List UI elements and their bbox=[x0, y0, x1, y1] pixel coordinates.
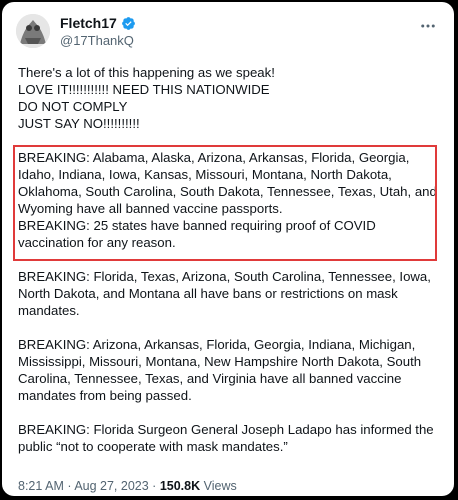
tweet-text: There's a lot of this happening as we sp… bbox=[18, 64, 442, 455]
tweet-date[interactable]: Aug 27, 2023 bbox=[74, 479, 148, 493]
verified-badge-icon bbox=[121, 16, 136, 31]
more-horizontal-icon[interactable] bbox=[418, 16, 438, 36]
tweet-header: Fletch17 @17ThankQ bbox=[2, 2, 454, 58]
views-count: 150.8K bbox=[159, 479, 201, 493]
tweet-paragraph-breaking-passports: BREAKING: Alabama, Alaska, Arizona, Arka… bbox=[18, 150, 437, 250]
views-label: Views bbox=[203, 479, 237, 493]
user-handle[interactable]: @17ThankQ bbox=[60, 33, 134, 49]
tweet-time[interactable]: 8:21 AM bbox=[18, 479, 64, 493]
name-row: Fletch17 bbox=[60, 15, 136, 32]
tweet-card: Fletch17 @17ThankQ There's a lot of this… bbox=[2, 2, 454, 496]
tweet-paragraph-breaking-mandates: BREAKING: Arizona, Arkansas, Florida, Ge… bbox=[18, 337, 422, 403]
tweet-meta: 8:21 AM · Aug 27, 2023 · 150.8K Views bbox=[18, 478, 237, 494]
display-name[interactable]: Fletch17 bbox=[60, 15, 117, 32]
avatar[interactable] bbox=[16, 14, 50, 48]
tweet-paragraph-intro: There's a lot of this happening as we sp… bbox=[18, 65, 275, 131]
tweet-paragraph-breaking-masks: BREAKING: Florida, Texas, Arizona, South… bbox=[18, 269, 431, 318]
tweet-paragraph-breaking-florida: BREAKING: Florida Surgeon General Joseph… bbox=[18, 422, 434, 454]
meta-separator: · bbox=[152, 479, 160, 493]
